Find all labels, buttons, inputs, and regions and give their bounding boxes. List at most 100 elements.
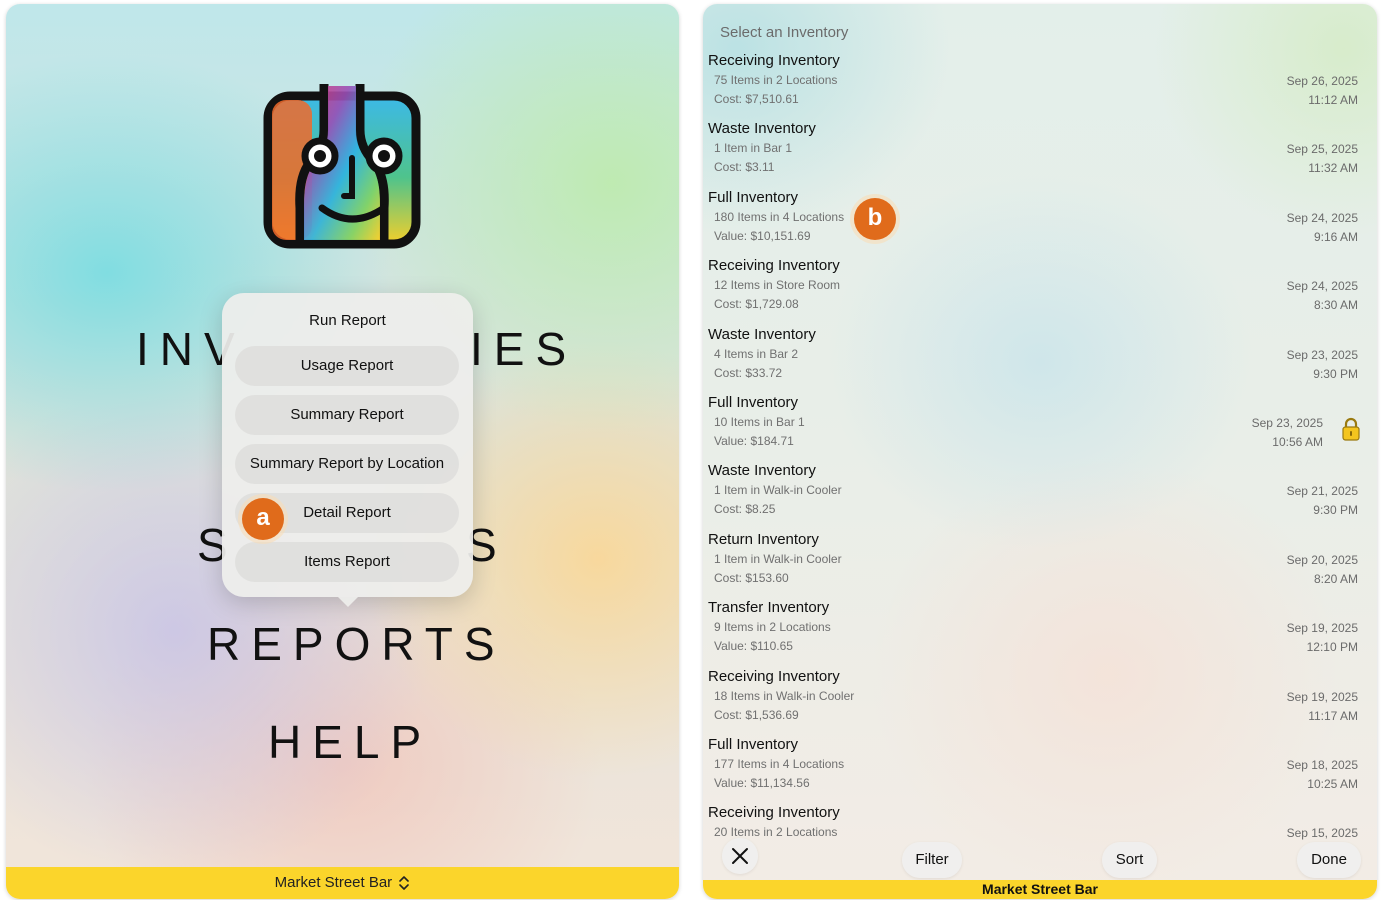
inventory-row[interactable]: Receiving Inventory 75 Items in 2 Locatio… (703, 52, 1377, 120)
inventory-title: Receiving Inventory (708, 667, 840, 685)
inventory-title: Receiving Inventory (708, 52, 840, 69)
inventory-time: 12:10 PM (1306, 640, 1358, 655)
inventory-row[interactable]: Waste Inventory 4 Items in Bar 2 Cost: $33… (703, 326, 1377, 394)
inventory-datetime: Sep 23, 2025 9:30 PM (1287, 346, 1358, 384)
inventory-datetime: Sep 26, 2025 11:12 AM (1287, 72, 1358, 110)
inventory-summary: 75 Items in 2 Locations (714, 73, 838, 87)
inventory-date: Sep 15, 2025 (1286, 826, 1358, 841)
inventory-row[interactable]: Receiving Inventory 18 Items in Walk-in C… (703, 668, 1377, 736)
select-inventory-panel: Select an Inventory Receiving Inventory 7… (703, 4, 1377, 899)
x-icon (732, 848, 748, 864)
inventory-cost: Cost: $1,536.69 (714, 707, 799, 722)
menu-reports[interactable]: REPORTS (207, 617, 506, 671)
inventory-row[interactable]: Full Inventory 180 Items in 4 Locations Va… (703, 189, 1377, 257)
inventory-title: Waste Inventory (708, 462, 816, 480)
inventory-date: Sep 25, 2025 (1286, 142, 1358, 157)
close-button[interactable] (722, 838, 758, 874)
inventory-date: Sep 19, 2025 (1286, 621, 1358, 636)
inventory-cost: Cost: $7,510.61 (714, 92, 799, 106)
callout-badge-a: a (242, 498, 284, 540)
list-header: Select an Inventory (720, 24, 849, 41)
inventory-cost: Value: $10,151.69 (714, 228, 811, 243)
inventory-cost: Value: $184.71 (714, 434, 794, 448)
filter-button[interactable]: Filter (902, 842, 962, 878)
inventory-cost: Cost: $33.72 (714, 365, 783, 380)
inventory-time: 11:12 AM (1308, 93, 1358, 107)
inventory-title: Receiving Inventory (708, 804, 840, 822)
inventory-cost: Value: $110.65 (714, 639, 793, 654)
inventory-date: Sep 24, 2025 (1286, 210, 1358, 225)
inventory-row[interactable]: Transfer Inventory 9 Items in 2 Locations… (703, 599, 1377, 667)
inventory-datetime: Sep 21, 2025 9:30 PM (1287, 482, 1358, 520)
inventory-title: Return Inventory (708, 530, 819, 548)
inventory-time: 9:16 AM (1313, 229, 1358, 244)
inventory-time: 10:25 AM (1307, 777, 1358, 791)
inventory-datetime: Sep 20, 2025 8:20 AM (1287, 551, 1358, 589)
menu-help[interactable]: HELP (268, 715, 432, 769)
inventory-time: 9:30 PM (1313, 503, 1358, 518)
sort-button[interactable]: Sort (1102, 842, 1157, 878)
inventory-time: 8:30 AM (1313, 298, 1358, 313)
inventory-date: Sep 24, 2025 (1286, 279, 1358, 294)
inventory-datetime: Sep 15, 2025 (1287, 824, 1358, 843)
inventory-title: Full Inventory (708, 394, 799, 411)
inventory-row[interactable]: Full Inventory 10 Items in Bar 1 Value: $1… (703, 394, 1377, 462)
inventory-datetime: Sep 19, 2025 12:10 PM (1287, 619, 1358, 657)
inventory-title: Waste Inventory (708, 120, 816, 138)
popover-title: Run Report (309, 312, 386, 329)
inventory-title: Waste Inventory (708, 325, 816, 343)
inventory-cost: Value: $11,134.56 (714, 776, 810, 790)
inventory-date: Sep 26, 2025 (1286, 74, 1358, 88)
inventory-summary: 18 Items in Walk-in Cooler (714, 688, 855, 703)
inventory-title: Full Inventory (708, 736, 799, 753)
inventory-date: Sep 19, 2025 (1286, 689, 1358, 704)
inventory-summary: 1 Item in Walk-in Cooler (714, 551, 842, 566)
inventory-time: 9:30 PM (1313, 366, 1358, 381)
inventory-date: Sep 21, 2025 (1286, 484, 1358, 499)
location-bar: Market Street Bar (703, 880, 1377, 899)
done-button[interactable]: Done (1297, 842, 1361, 878)
inventory-row[interactable]: Waste Inventory 1 Item in Bar 1 Cost: $3.1… (703, 120, 1377, 188)
run-report-popover: Run Report Usage Report Summary Report S… (222, 293, 473, 607)
items-report-button[interactable]: Items Report (235, 542, 459, 582)
inventory-cost: Cost: $153.60 (714, 570, 789, 585)
inventory-row[interactable]: Receiving Inventory 12 Items in Store Roo… (703, 257, 1377, 325)
inventory-date: Sep 20, 2025 (1286, 552, 1358, 567)
inventory-summary: 10 Items in Bar 1 (714, 415, 805, 429)
inventory-summary: 1 Item in Bar 1 (714, 141, 793, 156)
summary-report-button[interactable]: Summary Report (235, 395, 459, 435)
menu-inventories-right[interactable]: IES (470, 322, 577, 376)
summary-report-by-location-button[interactable]: Summary Report by Location (235, 444, 459, 484)
usage-report-button[interactable]: Usage Report (235, 346, 459, 386)
inventory-row[interactable]: Return Inventory 1 Item in Walk-in Cooler… (703, 531, 1377, 599)
inventory-datetime: Sep 18, 2025 10:25 AM (1287, 756, 1358, 794)
callout-badge-b: b (854, 198, 896, 240)
inventory-time: 10:56 AM (1272, 435, 1323, 449)
inventory-cost: Cost: $8.25 (714, 502, 776, 517)
location-selector[interactable]: Market Street Bar (6, 867, 679, 899)
inventory-date: Sep 23, 2025 (1286, 347, 1358, 362)
inventory-cost: Cost: $3.11 (714, 160, 775, 175)
inventory-row[interactable]: Waste Inventory 1 Item in Walk-in Cooler C… (703, 462, 1377, 530)
lock-icon (1342, 417, 1360, 441)
app-logo (263, 84, 421, 249)
inventory-time: 8:20 AM (1313, 571, 1358, 586)
inventory-datetime: Sep 23, 2025 10:56 AM (1252, 414, 1323, 452)
inventory-time: 11:32 AM (1308, 161, 1358, 176)
location-label: Market Street Bar (274, 874, 393, 891)
inventory-datetime: Sep 24, 2025 9:16 AM (1287, 209, 1358, 247)
location-label: Market Street Bar (982, 881, 1098, 897)
inventory-date: Sep 23, 2025 (1251, 416, 1323, 430)
main-menu-panel: INV IES S S REPORTS HELP Run Report Usag… (6, 4, 679, 899)
inventory-time: 11:17 AM (1308, 708, 1358, 723)
inventory-datetime: Sep 24, 2025 8:30 AM (1287, 277, 1358, 315)
inventory-summary: 1 Item in Walk-in Cooler (714, 483, 842, 498)
inventory-row[interactable]: Full Inventory 177 Items in 4 Locations Va… (703, 736, 1377, 804)
inventory-datetime: Sep 25, 2025 11:32 AM (1287, 140, 1358, 178)
inventory-date: Sep 18, 2025 (1286, 758, 1358, 772)
inventory-summary: 180 Items in 4 Locations (714, 209, 845, 224)
inventory-summary: 9 Items in 2 Locations (714, 620, 831, 635)
chevron-up-down-icon (399, 876, 410, 890)
inventory-row[interactable]: Receiving Inventory 20 Items in 2 Locatio… (703, 804, 1377, 872)
inventory-summary: 12 Items in Store Room (714, 278, 841, 293)
